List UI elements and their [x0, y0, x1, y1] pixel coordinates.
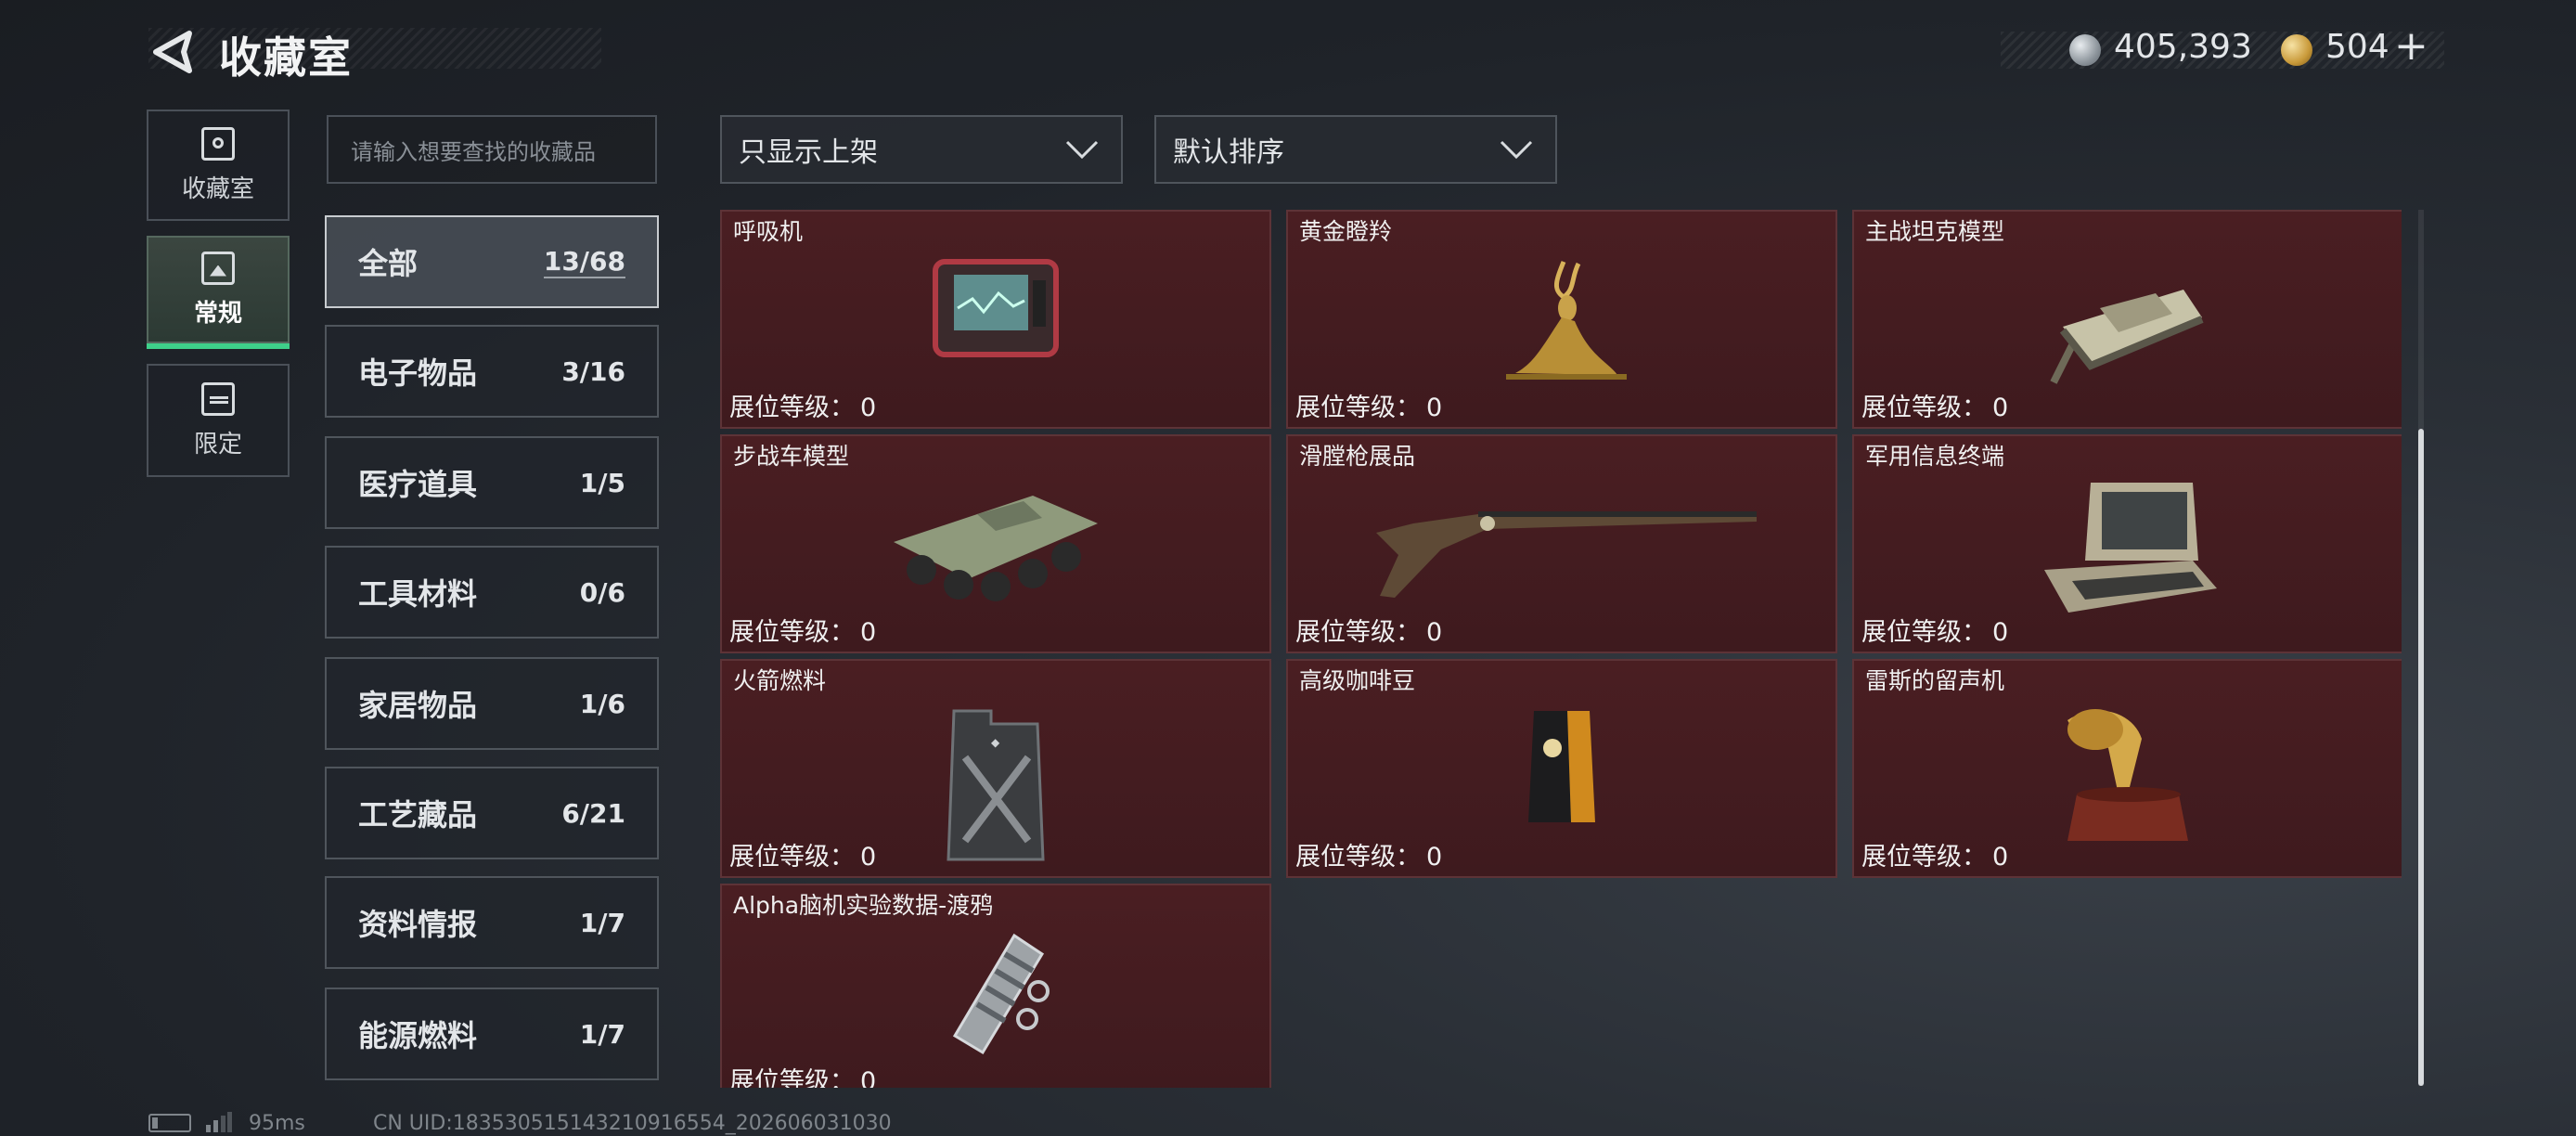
collection-card-golden-gazelle[interactable]: 黄金瞪羚 展位等级： 0 — [1286, 210, 1837, 429]
limited-icon — [201, 381, 235, 416]
card-name: 滑膛枪展品 — [1299, 443, 1416, 470]
collection-card-gramophone[interactable]: 雷斯的留声机 展位等级： 0 — [1852, 659, 2402, 878]
dropdown-label: 只显示上架 — [739, 136, 878, 169]
card-level: 展位等级： 0 — [1861, 843, 2009, 871]
collection-card-musket[interactable]: 滑膛枪展品 展位等级： 0 — [1286, 434, 1837, 653]
card-level: 展位等级： 0 — [729, 618, 877, 647]
category-intel[interactable]: 资料情报 1/7 — [325, 876, 659, 969]
collection-card-rocket-fuel[interactable]: 火箭燃料 ◆ 展位等级： 0 — [720, 659, 1271, 878]
back-arrow-icon — [153, 31, 192, 73]
category-household[interactable]: 家居物品 1/6 — [325, 657, 659, 750]
card-level: 展位等级： 0 — [729, 394, 877, 422]
category-all[interactable]: 全部 13/68 — [325, 215, 659, 308]
card-level: 展位等级： 0 — [1861, 618, 2009, 647]
gold-coin-icon — [2281, 34, 2312, 66]
category-crafts[interactable]: 工艺藏品 6/21 — [325, 767, 659, 859]
category-count: 1/7 — [579, 907, 625, 938]
silver-coin-icon — [2069, 34, 2101, 66]
active-tab-indicator — [147, 343, 290, 349]
card-level: 展位等级： 0 — [1861, 394, 2009, 422]
add-currency-button[interactable]: + — [2394, 22, 2428, 70]
card-name: 军用信息终端 — [1865, 443, 2005, 470]
signal-icon — [206, 1112, 232, 1132]
card-name: 火箭燃料 — [733, 667, 827, 694]
search-input[interactable]: 请输入想要查找的收藏品 — [327, 115, 657, 184]
collection-card-coffee-beans[interactable]: 高级咖啡豆 展位等级： 0 — [1286, 659, 1837, 878]
card-level: 展位等级： 0 — [729, 1067, 877, 1088]
silver-currency-amount: 405,393 — [2114, 28, 2252, 66]
collection-room-icon — [201, 126, 235, 161]
rail-tab-collection-room[interactable]: 收藏室 — [147, 110, 290, 221]
category-label: 资料情报 — [358, 907, 478, 942]
card-name: 呼吸机 — [733, 218, 804, 245]
category-count: 1/7 — [579, 1018, 625, 1050]
data-capsule-icon — [952, 933, 1050, 1055]
back-button[interactable] — [147, 26, 199, 78]
musket-icon — [1376, 511, 1757, 598]
card-name: 黄金瞪羚 — [1299, 218, 1393, 245]
card-name: 主战坦克模型 — [1865, 218, 2005, 245]
collection-card-military-terminal[interactable]: 军用信息终端 展位等级： 0 — [1852, 434, 2402, 653]
collection-card-ventilator[interactable]: 呼吸机 展位等级： 0 — [720, 210, 1271, 429]
gramophone-icon — [2067, 709, 2188, 841]
svg-text:◆: ◆ — [991, 736, 1000, 749]
rail-tab-label: 限定 — [193, 430, 242, 458]
card-level: 展位等级： 0 — [1295, 843, 1443, 871]
category-count: 3/16 — [561, 355, 625, 387]
military-terminal-icon — [2044, 483, 2217, 613]
collection-grid: 呼吸机 展位等级： 0 黄金瞪羚 展位等级： 0 主战坦克模型 展位等级： 0 步战车… — [720, 210, 2402, 1088]
collection-card-data-capsule[interactable]: Alpha脑机实验数据-渡鸦 展位等级： 0 — [720, 884, 1271, 1088]
category-tools[interactable]: 工具材料 0/6 — [325, 546, 659, 639]
category-count: 13/68 — [543, 245, 625, 278]
search-placeholder: 请输入想要查找的收藏品 — [351, 138, 596, 165]
card-name: Alpha脑机实验数据-渡鸦 — [733, 892, 994, 919]
shelf-filter-dropdown[interactable]: 只显示上架 — [720, 115, 1123, 184]
rail-tab-label: 收藏室 — [181, 174, 254, 203]
category-count: 0/6 — [579, 576, 625, 608]
collection-card-tank-model[interactable]: 主战坦克模型 展位等级： 0 — [1852, 210, 2402, 429]
category-label: 工艺藏品 — [358, 797, 478, 833]
player-uid: CN UID:18353051514321091​6554_2026060310… — [373, 1112, 892, 1135]
category-label: 家居物品 — [358, 688, 478, 723]
ifv-model-icon — [894, 496, 1098, 601]
card-name: 步战车模型 — [733, 443, 850, 470]
category-electronics[interactable]: 电子物品 3/16 — [325, 325, 659, 418]
category-label: 工具材料 — [358, 576, 478, 612]
category-label: 电子物品 — [358, 355, 478, 391]
dropdown-label: 默认排序 — [1173, 136, 1284, 169]
category-medical[interactable]: 医疗道具 1/5 — [325, 436, 659, 529]
ventilator-icon — [933, 259, 1059, 357]
regular-icon — [201, 251, 235, 285]
category-label: 能源燃料 — [358, 1018, 478, 1053]
coffee-beans-icon — [1528, 711, 1595, 822]
tank-model-icon — [2050, 290, 2204, 384]
header-title-strip — [148, 28, 601, 69]
scrollbar-thumb[interactable] — [2418, 429, 2424, 1086]
chevron-down-icon — [1500, 140, 1533, 160]
card-level: 展位等级： 0 — [1295, 394, 1443, 422]
rail-tab-limited[interactable]: 限定 — [147, 364, 290, 477]
card-level: 展位等级： 0 — [1295, 618, 1443, 647]
gold-currency-amount: 504 — [2325, 28, 2389, 66]
card-name: 雷斯的留声机 — [1865, 667, 2005, 694]
battery-icon — [148, 1114, 191, 1132]
category-energy[interactable]: 能源燃料 1/7 — [325, 988, 659, 1080]
rail-tab-label: 常规 — [193, 299, 242, 328]
golden-gazelle-icon — [1506, 261, 1627, 380]
category-count: 1/5 — [579, 467, 625, 498]
page-title: 收藏室 — [219, 32, 353, 83]
chevron-down-icon — [1065, 140, 1099, 160]
card-name: 高级咖啡豆 — [1299, 667, 1416, 694]
category-label: 全部 — [358, 246, 419, 281]
sort-dropdown[interactable]: 默认排序 — [1154, 115, 1557, 184]
collection-card-ifv-model[interactable]: 步战车模型 展位等级： 0 — [720, 434, 1271, 653]
rocket-fuel-icon: ◆ — [947, 709, 1045, 861]
category-count: 1/6 — [579, 688, 625, 719]
category-label: 医疗道具 — [358, 467, 478, 502]
ping-readout: 95ms — [249, 1112, 305, 1135]
category-count: 6/21 — [561, 797, 625, 829]
card-level: 展位等级： 0 — [729, 843, 877, 871]
rail-tab-regular[interactable]: 常规 — [147, 236, 290, 343]
